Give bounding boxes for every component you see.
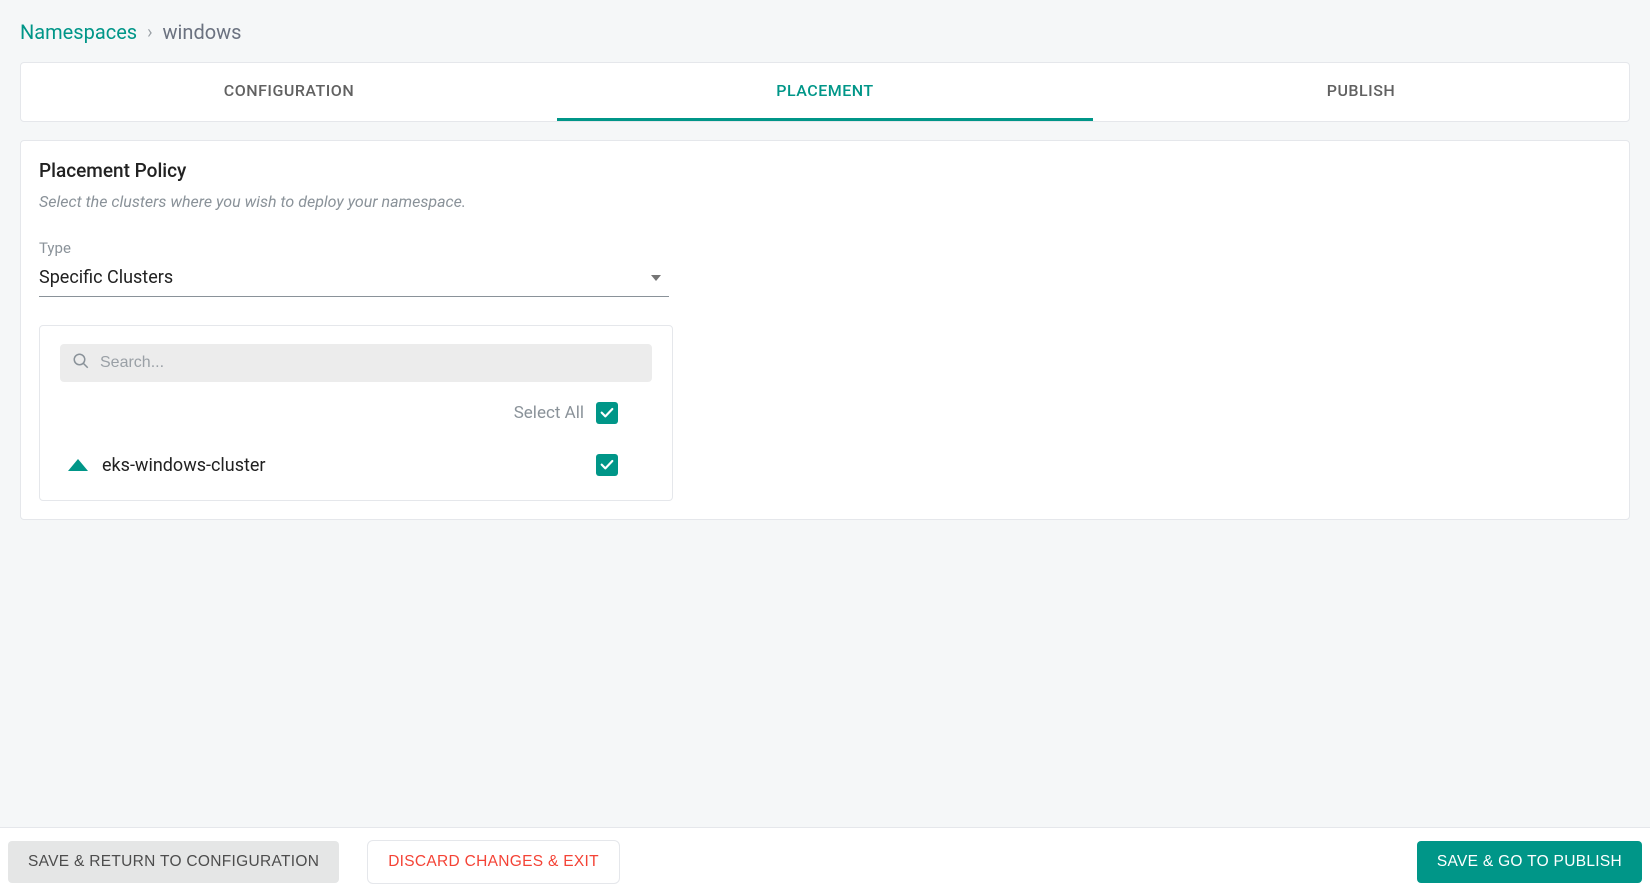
panel-title: Placement Policy — [39, 159, 1611, 182]
breadcrumb-separator: › — [147, 22, 152, 43]
breadcrumb-root-link[interactable]: Namespaces — [20, 20, 137, 44]
type-select-value: Specific Clusters — [39, 267, 173, 288]
select-all-row: Select All — [60, 402, 652, 424]
type-field-label: Type — [39, 239, 1611, 257]
tab-publish[interactable]: PUBLISH — [1093, 63, 1629, 121]
tabs: CONFIGURATION PLACEMENT PUBLISH — [20, 62, 1630, 122]
cluster-row[interactable]: eks-windows-cluster — [60, 454, 652, 476]
select-all-label: Select All — [514, 403, 584, 423]
cluster-picker: Select All eks-windows-cluster — [39, 325, 673, 501]
placement-panel: Placement Policy Select the clusters whe… — [20, 140, 1630, 520]
save-publish-button[interactable]: SAVE & GO TO PUBLISH — [1417, 841, 1642, 883]
discard-button[interactable]: DISCARD CHANGES & EXIT — [367, 840, 620, 884]
cluster-name: eks-windows-cluster — [102, 455, 596, 476]
cluster-checkbox[interactable] — [596, 454, 618, 476]
breadcrumb-leaf: windows — [163, 20, 242, 44]
tab-placement[interactable]: PLACEMENT — [557, 63, 1093, 121]
search-input[interactable] — [100, 354, 640, 372]
search-wrap — [60, 344, 652, 382]
save-return-button[interactable]: SAVE & RETURN TO CONFIGURATION — [8, 841, 339, 883]
select-all-checkbox[interactable] — [596, 402, 618, 424]
footer-bar: SAVE & RETURN TO CONFIGURATION DISCARD C… — [0, 827, 1650, 895]
type-select[interactable]: Specific Clusters — [39, 261, 669, 297]
search-icon — [72, 352, 90, 374]
chevron-down-icon — [651, 275, 661, 281]
expand-icon — [68, 459, 88, 471]
breadcrumb: Namespaces › windows — [20, 20, 1630, 44]
panel-description: Select the clusters where you wish to de… — [39, 192, 1611, 211]
tab-configuration[interactable]: CONFIGURATION — [21, 63, 557, 121]
